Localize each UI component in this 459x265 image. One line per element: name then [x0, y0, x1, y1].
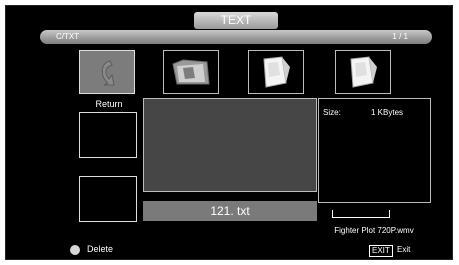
footer-bar: Delete EXIT Exit	[6, 242, 452, 259]
thumb-return[interactable]	[79, 50, 135, 94]
current-path: C/TXT	[56, 32, 80, 41]
thumb-folder[interactable]	[163, 50, 219, 94]
path-bar: C/TXT 1 / 1	[40, 30, 432, 44]
file-info-panel: Size: 1 KBytes	[318, 98, 431, 203]
return-icon	[101, 60, 115, 86]
file-icon	[263, 56, 290, 88]
delete-dot-icon[interactable]	[70, 245, 80, 255]
bracket-divider	[332, 210, 390, 218]
exit-key[interactable]: EXIT	[369, 245, 393, 257]
thumb-file-2[interactable]	[335, 50, 391, 94]
thumb-file-1[interactable]	[248, 50, 304, 94]
page-indicator: 1 / 1	[392, 32, 408, 41]
size-value: 1 KBytes	[371, 108, 404, 117]
file-icon	[350, 56, 377, 88]
return-label: Return	[95, 99, 123, 109]
media-browser-screen: TEXT C/TXT 1 / 1 Return 121. txt Size: 1…	[5, 5, 453, 260]
empty-slot-2[interactable]	[79, 176, 137, 222]
folder-icon	[172, 59, 210, 85]
exit-label[interactable]: Exit	[397, 245, 410, 255]
preview-area	[143, 98, 317, 192]
screen-title: TEXT	[194, 12, 278, 29]
next-item-name: Fighter Plot 720P.wmv	[334, 226, 414, 235]
size-label: Size:	[323, 108, 341, 117]
empty-slot-1[interactable]	[79, 112, 137, 158]
delete-label[interactable]: Delete	[87, 244, 113, 254]
preview-filename: 121. txt	[143, 201, 317, 221]
